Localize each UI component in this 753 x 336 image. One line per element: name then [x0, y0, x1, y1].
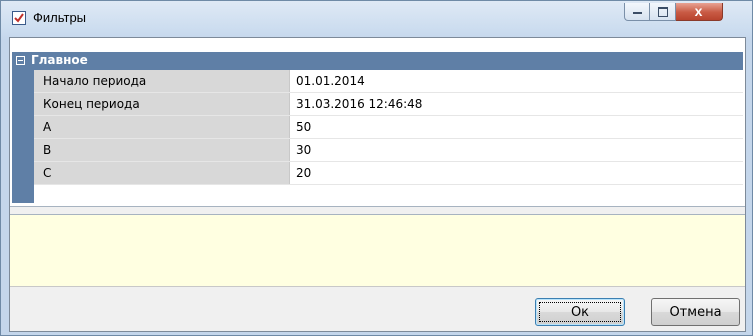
checkbox-icon [12, 11, 26, 25]
cancel-button-label: Отмена [669, 304, 722, 320]
property-grid: Главное Начало периода 01.01.2014 Конец … [10, 38, 745, 206]
maximize-icon [658, 7, 668, 17]
property-value[interactable]: 31.03.2016 12:46:48 [291, 93, 743, 115]
description-panel [10, 215, 745, 287]
property-value[interactable]: 20 [291, 162, 743, 184]
property-row-period-start[interactable]: Начало периода 01.01.2014 [34, 70, 743, 93]
property-row-period-end[interactable]: Конец периода 31.03.2016 12:46:48 [34, 93, 743, 116]
property-label: A [34, 116, 290, 138]
close-button[interactable]: x [676, 3, 723, 21]
property-value[interactable]: 50 [291, 116, 743, 138]
minimize-icon [633, 12, 642, 14]
maximize-button[interactable] [650, 3, 676, 21]
collapse-minus-icon[interactable] [16, 56, 25, 65]
close-icon: x [694, 3, 703, 19]
window-title: Фильтры [33, 10, 87, 25]
property-rows: Начало периода 01.01.2014 Конец периода … [34, 70, 743, 185]
cancel-button[interactable]: Отмена [651, 298, 740, 326]
minimize-button[interactable] [624, 3, 650, 21]
property-label: Начало периода [34, 70, 290, 92]
section-gutter [12, 70, 34, 203]
property-label: Конец периода [34, 93, 290, 115]
dialog-content: Главное Начало периода 01.01.2014 Конец … [9, 37, 746, 332]
property-row-b[interactable]: B 30 [34, 139, 743, 162]
filters-dialog: Фильтры x Главное Начало периода 01.01.2… [0, 0, 753, 336]
ok-button[interactable]: Ок [535, 298, 625, 326]
property-value[interactable]: 30 [291, 139, 743, 161]
property-row-c[interactable]: C 20 [34, 162, 743, 185]
ok-button-label: Ок [570, 304, 590, 320]
property-label: B [34, 139, 290, 161]
title-bar[interactable]: Фильтры x [1, 1, 752, 38]
property-value[interactable]: 01.01.2014 [291, 70, 743, 92]
splitter[interactable] [10, 206, 745, 215]
property-row-a[interactable]: A 50 [34, 116, 743, 139]
section-title: Главное [31, 53, 88, 67]
property-label: C [34, 162, 290, 184]
section-header-main[interactable]: Главное [12, 52, 743, 70]
